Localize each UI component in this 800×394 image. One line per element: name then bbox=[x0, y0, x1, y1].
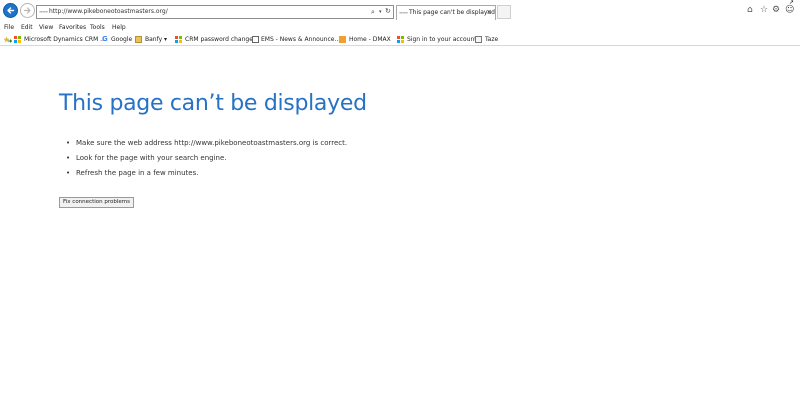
new-tab-button[interactable] bbox=[497, 5, 511, 19]
url-text[interactable]: http://www.pikeboneotoastmasters.org/ bbox=[49, 7, 168, 17]
microsoft-logo-icon bbox=[14, 36, 21, 43]
google-icon: G bbox=[102, 35, 108, 43]
list-item: • Refresh the page in a few minutes. bbox=[66, 166, 347, 181]
forward-arrow-icon bbox=[23, 7, 31, 14]
address-bar-row: ≡≡≡ http://www.pikeboneotoastmasters.org… bbox=[0, 0, 800, 22]
home-icon[interactable]: ⌂ bbox=[747, 5, 753, 16]
list-item: • Make sure the web address http://www.p… bbox=[66, 136, 347, 151]
back-arrow-icon bbox=[7, 7, 15, 14]
cursor-icon: ↗ bbox=[789, 0, 795, 6]
folder-icon bbox=[135, 36, 142, 43]
favorites-star-icon[interactable] bbox=[3, 36, 12, 44]
menu-edit[interactable]: Edit bbox=[21, 22, 33, 33]
favorite-label: Sign in to your account bbox=[407, 36, 477, 43]
bullet-icon: • bbox=[66, 139, 71, 147]
gear-icon[interactable]: ⚙ bbox=[772, 5, 780, 16]
favorites-bar: Microsoft Dynamics CRM ... G Google Banf… bbox=[0, 33, 800, 46]
menu-bar: File Edit View Favorites Tools Help bbox=[0, 22, 800, 33]
menu-favorites[interactable]: Favorites bbox=[59, 22, 86, 33]
microsoft-logo-icon bbox=[175, 36, 182, 43]
menu-help[interactable]: Help bbox=[112, 22, 126, 33]
favorite-label: CRM password changes bbox=[185, 36, 257, 43]
tab-page-icon: ≡≡≡ bbox=[399, 10, 408, 15]
favorite-label: EMS - News & Announce... bbox=[261, 36, 341, 43]
refresh-icon[interactable]: ↻ bbox=[385, 6, 391, 17]
forward-button[interactable] bbox=[20, 3, 35, 18]
url-input[interactable]: ≡≡≡ http://www.pikeboneotoastmasters.org… bbox=[36, 5, 394, 19]
suggestion-text: Look for the page with your search engin… bbox=[76, 154, 227, 162]
page-title: This page can’t be displayed bbox=[59, 91, 367, 116]
suggestion-list: • Make sure the web address http://www.p… bbox=[66, 136, 347, 181]
search-icon[interactable]: ⌕ bbox=[371, 7, 375, 17]
favorite-label: Google bbox=[111, 36, 133, 43]
menu-tools[interactable]: Tools bbox=[90, 22, 105, 33]
page-icon bbox=[252, 36, 259, 43]
bullet-icon: • bbox=[66, 154, 71, 162]
menu-file[interactable]: File bbox=[4, 22, 14, 33]
back-button[interactable] bbox=[3, 3, 18, 18]
site-icon bbox=[339, 36, 346, 43]
microsoft-logo-icon bbox=[397, 36, 404, 43]
favorite-label: Taze bbox=[485, 36, 499, 43]
star-icon[interactable]: ☆ bbox=[760, 5, 768, 16]
suggestion-text: Make sure the web address http://www.pik… bbox=[76, 139, 348, 147]
chevron-down-icon[interactable]: ▾ bbox=[379, 7, 382, 17]
list-item: • Look for the page with your search eng… bbox=[66, 151, 347, 166]
menu-view[interactable]: View bbox=[39, 22, 53, 33]
bullet-icon: • bbox=[66, 169, 71, 177]
favorite-label: Banfy ▾ bbox=[145, 36, 168, 43]
tab-title[interactable]: This page can't be displayed bbox=[409, 8, 495, 18]
smiley-icon[interactable]: ☺ bbox=[785, 5, 794, 16]
page-icon: ≡≡≡ bbox=[39, 9, 48, 14]
favorite-label: Home - DMAX bbox=[349, 36, 391, 43]
page-icon bbox=[475, 36, 482, 43]
favorite-label: Microsoft Dynamics CRM ... bbox=[24, 36, 106, 43]
suggestion-text: Refresh the page in a few minutes. bbox=[76, 169, 199, 177]
fix-connection-button[interactable]: Fix connection problems bbox=[59, 197, 134, 208]
close-icon[interactable]: × bbox=[486, 7, 492, 18]
tab-current[interactable]: ≡≡≡ This page can't be displayed × bbox=[396, 5, 496, 20]
